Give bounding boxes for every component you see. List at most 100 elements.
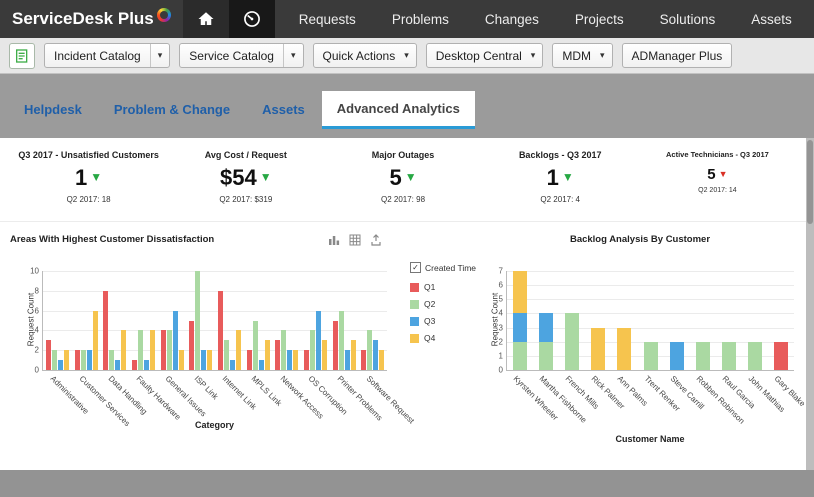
menu-item-solutions[interactable]: Solutions (642, 0, 734, 38)
tab-assets[interactable]: Assets (247, 91, 320, 129)
bar-q1-general-issues[interactable] (161, 330, 166, 370)
bar-q3-network-access[interactable] (287, 350, 292, 370)
dashboard-tab[interactable] (229, 0, 275, 38)
bar-q2-data-handling[interactable] (109, 350, 114, 370)
bar-q2-general-issues[interactable] (167, 330, 172, 370)
bar-q1-customer-services[interactable] (75, 350, 80, 370)
bar-q1-gary-blake[interactable] (774, 342, 788, 370)
menu-item-projects[interactable]: Projects (557, 0, 642, 38)
dashboard-tabstrip: HelpdeskProblem & ChangeAssetsAdvanced A… (0, 74, 814, 138)
bar-q1-faulty-hardware[interactable] (132, 360, 137, 370)
chart-view-icon[interactable] (328, 234, 340, 246)
bar-q2-raul-garcia[interactable] (722, 342, 736, 370)
bar-q4-data-handling[interactable] (121, 330, 126, 370)
bar-q4-mpls-link[interactable] (265, 340, 270, 370)
bar-q1-printer-problems[interactable] (333, 321, 338, 371)
bar-q3-os-corruption[interactable] (316, 311, 321, 370)
bar-q2-trent-renker[interactable] (644, 342, 658, 370)
bar-q4-administrative[interactable] (64, 350, 69, 370)
bar-q3-isp-link[interactable] (201, 350, 206, 370)
scrollbar-thumb[interactable] (807, 140, 813, 224)
bar-q3-martha-fishborne[interactable] (539, 313, 553, 341)
bar-q2-kyrsten-wheeler[interactable] (513, 342, 527, 370)
bar-q1-internet-link[interactable] (218, 291, 223, 370)
created-time-checkbox[interactable]: ✓ (410, 262, 421, 273)
bar-q1-administrative[interactable] (46, 340, 51, 370)
bar-q2-john-mathias[interactable] (748, 342, 762, 370)
bar-q4-rick-palmer[interactable] (591, 328, 605, 370)
toolbar-button-desktop-central[interactable]: Desktop Central▾ (426, 43, 544, 68)
bar-q4-isp-link[interactable] (207, 350, 212, 370)
bar-q1-isp-link[interactable] (189, 321, 194, 371)
bar-q2-printer-problems[interactable] (339, 311, 344, 370)
tab-helpdesk[interactable]: Helpdesk (9, 91, 97, 129)
vertical-scrollbar[interactable] (806, 138, 814, 470)
bar-q2-network-access[interactable] (281, 330, 286, 370)
bar-q2-robben-robinson[interactable] (696, 342, 710, 370)
bar-q4-faulty-hardware[interactable] (150, 330, 155, 370)
menu-item-requests[interactable]: Requests (281, 0, 374, 38)
bar-q4-os-corruption[interactable] (322, 340, 327, 370)
bar-q1-network-access[interactable] (275, 340, 280, 370)
bar-q4-general-issues[interactable] (179, 350, 184, 370)
toolbar-button-service-catalog[interactable]: Service Catalog▾ (179, 43, 303, 68)
chevron-down-icon[interactable]: ▾ (283, 44, 303, 67)
toolbar-button-quick-actions[interactable]: Quick Actions▾ (313, 43, 417, 68)
bar-q4-customer-services[interactable] (93, 311, 98, 370)
bar-q4-network-access[interactable] (293, 350, 298, 370)
bar-q4-software-request[interactable] (379, 350, 384, 370)
table-view-icon[interactable] (349, 234, 361, 246)
chevron-down-icon[interactable]: ▾ (150, 44, 170, 67)
menu-item-changes[interactable]: Changes (467, 0, 557, 38)
bar-q3-software-request[interactable] (373, 340, 378, 370)
legend-item-q4[interactable]: Q4 (410, 333, 480, 343)
bar-q3-customer-services[interactable] (87, 350, 92, 370)
kpi-card-avg-cost-request[interactable]: Avg Cost / Request$54▼Q2 2017: $319 (167, 150, 324, 221)
bar-q2-internet-link[interactable] (224, 340, 229, 370)
menu-item-problems[interactable]: Problems (374, 0, 467, 38)
bar-q2-software-request[interactable] (367, 330, 372, 370)
bar-q3-internet-link[interactable] (230, 360, 235, 370)
legend-item-q2[interactable]: Q2 (410, 299, 480, 309)
kpi-card-q3-2017-unsatisfied-customers[interactable]: Q3 2017 - Unsatisfied Customers1▼Q2 2017… (10, 150, 167, 221)
bar-q2-isp-link[interactable] (195, 271, 200, 370)
bar-q3-printer-problems[interactable] (345, 350, 350, 370)
bar-q1-software-request[interactable] (361, 350, 366, 370)
kpi-card-active-technicians-q3-2017[interactable]: Active Technicians - Q3 20175▼Q2 2017: 1… (639, 150, 796, 221)
bar-q2-mpls-link[interactable] (253, 321, 258, 371)
bar-q1-os-corruption[interactable] (304, 350, 309, 370)
bar-q3-data-handling[interactable] (115, 360, 120, 370)
bar-q2-os-corruption[interactable] (310, 330, 315, 370)
bar-q4-printer-problems[interactable] (351, 340, 356, 370)
toolbar-button-mdm[interactable]: MDM▾ (552, 43, 612, 68)
legend-item-q1[interactable]: Q1 (410, 282, 480, 292)
bar-q4-kyrsten-wheeler[interactable] (513, 271, 527, 313)
toolbar-button-admanager-plus[interactable]: ADManager Plus (622, 43, 733, 68)
bar-q1-data-handling[interactable] (103, 291, 108, 370)
bar-q4-ann-palms[interactable] (617, 328, 631, 370)
bar-q2-martha-fishborne[interactable] (539, 342, 553, 370)
tab-problem-change[interactable]: Problem & Change (99, 91, 245, 129)
menu-item-assets[interactable]: Assets (733, 0, 810, 38)
bar-q3-steve-carrill[interactable] (670, 342, 684, 370)
bar-q2-customer-services[interactable] (81, 350, 86, 370)
bar-q3-faulty-hardware[interactable] (144, 360, 149, 370)
legend-item-q3[interactable]: Q3 (410, 316, 480, 326)
kpi-card-backlogs-q3-2017[interactable]: Backlogs - Q3 20171▼Q2 2017: 4 (482, 150, 639, 221)
bar-q4-internet-link[interactable] (236, 330, 241, 370)
bar-q3-general-issues[interactable] (173, 311, 178, 370)
export-icon[interactable] (370, 234, 382, 246)
bar-q3-mpls-link[interactable] (259, 360, 264, 370)
bar-q2-french-mills[interactable] (565, 313, 579, 370)
tab-advanced-analytics[interactable]: Advanced Analytics (322, 91, 475, 129)
kpi-card-major-outages[interactable]: Major Outages5▼Q2 2017: 98 (324, 150, 481, 221)
bar-q3-kyrsten-wheeler[interactable] (513, 313, 527, 341)
app-logo[interactable]: ServiceDesk Plus (0, 0, 183, 38)
bar-q2-administrative[interactable] (52, 350, 57, 370)
bar-q3-administrative[interactable] (58, 360, 63, 370)
home-tab[interactable] (183, 0, 229, 38)
new-incident-icon[interactable] (9, 43, 35, 69)
bar-q1-mpls-link[interactable] (247, 350, 252, 370)
toolbar-button-incident-catalog[interactable]: Incident Catalog▾ (44, 43, 170, 68)
bar-q2-faulty-hardware[interactable] (138, 330, 143, 370)
